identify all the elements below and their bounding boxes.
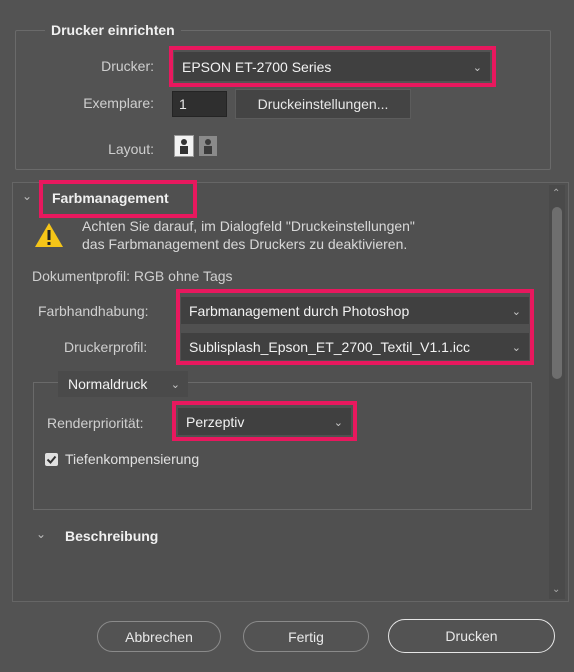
print-mode-value: Normaldruck: [68, 376, 148, 392]
copies-label: Exemplare:: [83, 95, 154, 111]
cancel-button[interactable]: Abbrechen: [97, 621, 221, 652]
printer-setup-title: Drucker einrichten: [45, 22, 181, 38]
portrait-layout-icon[interactable]: [174, 135, 194, 157]
done-button[interactable]: Fertig: [243, 621, 369, 652]
render-intent-value: Perzeptiv: [186, 413, 245, 430]
layout-label: Layout:: [108, 141, 154, 157]
checkmark-icon: [46, 455, 57, 464]
printer-dropdown[interactable]: EPSON ET-2700 Series ⌄: [174, 52, 490, 81]
collapse-description-icon[interactable]: ⌄: [36, 527, 46, 541]
chevron-down-icon: ⌄: [511, 341, 521, 354]
print-settings-button[interactable]: Druckeinstellungen...: [235, 89, 411, 119]
chevron-down-icon: ⌄: [472, 61, 482, 74]
printer-profile-value: Sublisplash_Epson_ET_2700_Textil_V1.1.ic…: [189, 338, 470, 355]
scrollbar-thumb[interactable]: [552, 207, 562, 379]
printer-label: Drucker:: [101, 58, 154, 74]
render-intent-label: Renderpriorität:: [47, 415, 144, 431]
warning-line-1: Achten Sie darauf, im Dialogfeld "Drucke…: [82, 218, 415, 234]
printer-value: EPSON ET-2700 Series: [182, 58, 332, 75]
warning-icon: [34, 222, 64, 251]
document-profile: Dokumentprofil: RGB ohne Tags: [32, 268, 233, 284]
bpc-label: Tiefenkompensierung: [65, 451, 200, 467]
render-intent-dropdown[interactable]: Perzeptiv ⌄: [178, 408, 351, 435]
description-title: Beschreibung: [65, 528, 159, 544]
color-handling-value: Farbmanagement durch Photoshop: [189, 302, 410, 319]
printer-profile-label: Druckerprofil:: [64, 339, 148, 355]
print-button[interactable]: Drucken: [388, 619, 555, 653]
collapse-color-icon[interactable]: ⌄: [22, 189, 32, 203]
chevron-down-icon: ⌄: [170, 379, 180, 391]
print-mode-dropdown[interactable]: Normaldruck ⌄: [58, 371, 188, 397]
scroll-up-icon[interactable]: ⌃: [552, 188, 560, 199]
color-title: Farbmanagement: [52, 190, 169, 206]
color-handling-dropdown[interactable]: Farbmanagement durch Photoshop ⌄: [181, 297, 529, 324]
printer-profile-dropdown[interactable]: Sublisplash_Epson_ET_2700_Textil_V1.1.ic…: [181, 333, 529, 360]
copies-input[interactable]: 1: [172, 91, 227, 117]
color-handling-label: Farbhandhabung:: [38, 303, 149, 319]
chevron-down-icon: ⌄: [333, 416, 343, 429]
warning-line-2: das Farbmanagement des Druckers zu deakt…: [82, 236, 408, 252]
chevron-down-icon: ⌄: [511, 305, 521, 318]
landscape-layout-icon[interactable]: [198, 135, 218, 157]
scroll-down-icon[interactable]: ⌄: [552, 584, 560, 595]
bpc-checkbox[interactable]: [45, 453, 58, 466]
